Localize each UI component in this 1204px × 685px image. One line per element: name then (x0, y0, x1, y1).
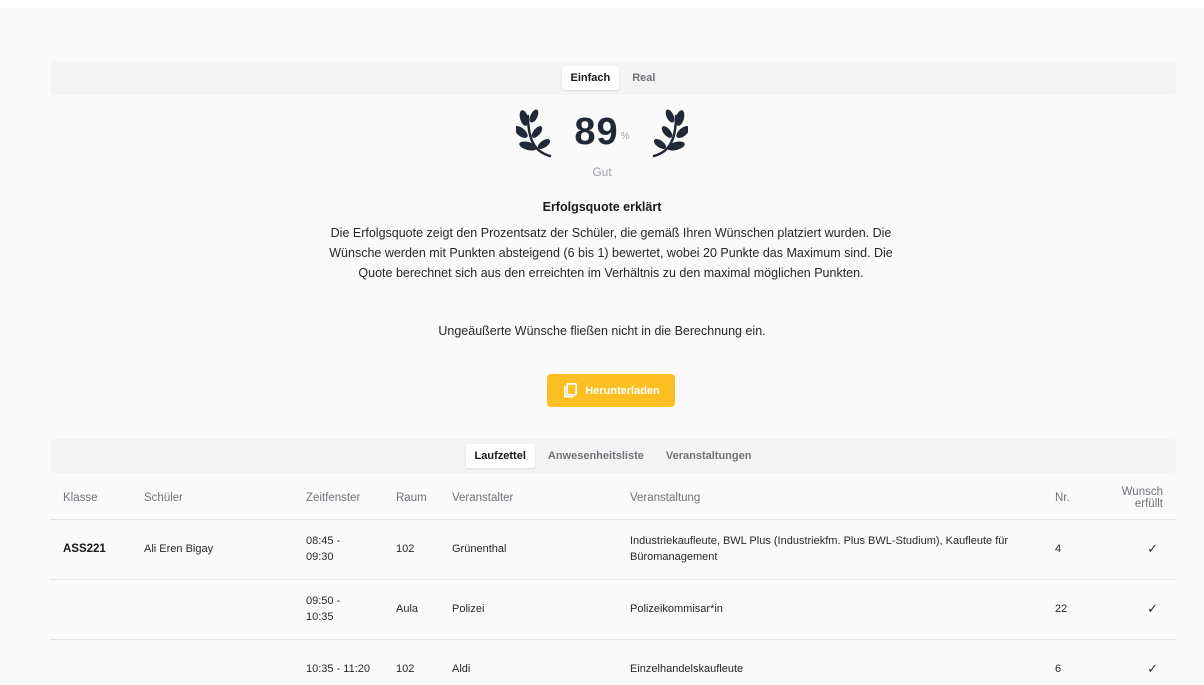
cell-raum: Aula (383, 579, 439, 640)
header-wunsch-erfuellt: Wunsch erfüllt (1104, 477, 1176, 520)
schedule-table: Klasse Schüler Zeitfenster Raum Veransta… (50, 477, 1176, 685)
table-row: 10:35 - 11:20 102 Aldi Einzelhandelskauf… (50, 639, 1176, 685)
tab-veranstaltungen[interactable]: Veranstaltungen (657, 444, 761, 468)
copy-document-icon (564, 383, 578, 398)
explanation-title: Erfolgsquote erklärt (542, 200, 662, 214)
download-button[interactable]: Herunterladen (547, 374, 675, 407)
cell-raum: 102 (383, 639, 439, 685)
score-rating: Gut (592, 165, 612, 179)
cell-klasse (50, 639, 131, 685)
cell-klasse: ASS221 (50, 519, 131, 580)
cell-zeitfenster: 09:50 - 10:35 (293, 579, 383, 640)
check-icon: ✓ (1104, 519, 1176, 580)
cell-nr: 6 (1042, 639, 1104, 685)
table-row: 09:50 - 10:35 Aula Polizei Polizeikommis… (50, 579, 1176, 640)
view-tabs: Laufzettel Anwesenheitsliste Veranstaltu… (50, 439, 1176, 473)
header-veranstaltung: Veranstaltung (617, 477, 1042, 520)
cell-veranstalter: Grünenthal (439, 519, 617, 580)
cell-schueler: Ali Eren Bigay (131, 519, 293, 580)
cell-veranstalter: Polizei (439, 579, 617, 640)
cell-nr: 22 (1042, 579, 1104, 640)
cell-zeitfenster: 10:35 - 11:20 (293, 639, 383, 685)
tab-anwesenheitsliste[interactable]: Anwesenheitsliste (539, 444, 653, 468)
table-row: ASS221 Ali Eren Bigay 08:45 - 09:30 102 … (50, 519, 1176, 580)
tab-laufzettel[interactable]: Laufzettel (465, 444, 535, 468)
top-strip (0, 0, 1204, 8)
table-header-row: Klasse Schüler Zeitfenster Raum Veransta… (50, 477, 1176, 520)
score-number-group: 89 % (574, 111, 629, 154)
score-mode-tabs: Einfach Real (50, 61, 1176, 95)
header-zeitfenster: Zeitfenster (293, 477, 383, 520)
score-display: 89 % (0, 102, 1204, 162)
check-icon: ✓ (1104, 639, 1176, 685)
cell-klasse (50, 579, 131, 640)
laurel-left-icon (516, 109, 552, 158)
header-klasse: Klasse (50, 477, 131, 520)
score-unit: % (620, 130, 630, 142)
explanation-note: Ungeäußerte Wünsche fließen nicht in die… (438, 324, 766, 338)
cell-veranstaltung: Industriekaufleute, BWL Plus (Industriek… (617, 519, 1042, 580)
cell-schueler (131, 579, 293, 640)
header-schueler: Schüler (131, 477, 293, 520)
laurel-right-icon (652, 109, 688, 158)
cell-schueler (131, 639, 293, 685)
explanation-text: Die Erfolgsquote zeigt den Prozentsatz d… (329, 226, 893, 280)
cell-nr: 4 (1042, 519, 1104, 580)
cell-veranstaltung: Einzelhandelskaufleute (617, 639, 1042, 685)
cell-veranstaltung: Polizeikommisar*in (617, 579, 1042, 640)
header-nr: Nr. (1042, 477, 1104, 520)
header-veranstalter: Veranstalter (439, 477, 617, 520)
cell-raum: 102 (383, 519, 439, 580)
score-value: 89 (574, 110, 619, 153)
header-raum: Raum (383, 477, 439, 520)
check-icon: ✓ (1104, 579, 1176, 640)
cell-zeitfenster: 08:45 - 09:30 (293, 519, 383, 580)
tab-einfach[interactable]: Einfach (561, 66, 620, 90)
download-button-label: Herunterladen (585, 384, 660, 397)
tab-real[interactable]: Real (623, 66, 664, 90)
cell-veranstalter: Aldi (439, 639, 617, 685)
